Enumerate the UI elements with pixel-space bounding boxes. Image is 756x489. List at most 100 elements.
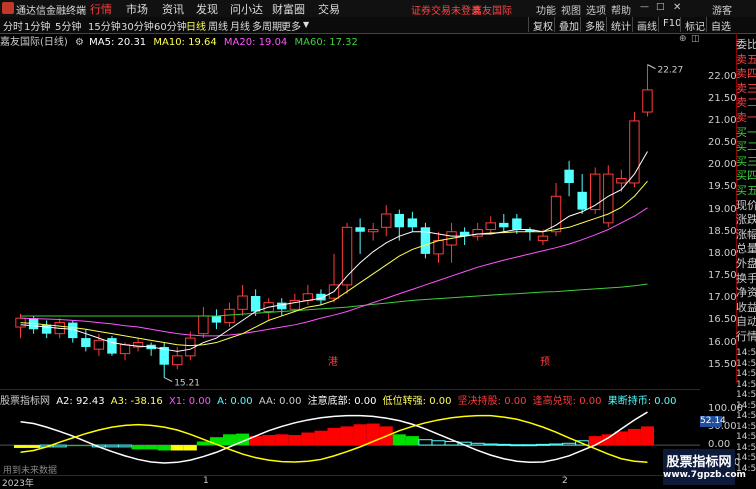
candle-body [394, 214, 405, 228]
period-multi[interactable]: 多周期 [252, 18, 282, 33]
btn-mark[interactable]: 标记 [680, 17, 709, 33]
site-watermark: 股票指标网 www.7gpzb.com [663, 449, 746, 485]
btn-draw[interactable]: 画线 [632, 17, 661, 33]
x1-value: X1: 0.00 [168, 396, 211, 407]
indicator-bar [496, 443, 511, 446]
app-logo-icon [2, 2, 14, 14]
menu-help[interactable]: 帮助 [611, 2, 631, 17]
tick-time: 14:5 [736, 358, 756, 369]
minimize-icon[interactable]: — [640, 2, 649, 12]
tick-time: 14:5 [736, 442, 756, 453]
price-axis: 22.00 21.50 21.00 20.50 20.00 19.50 19.00 18.50… [706, 46, 737, 386]
period-daily[interactable]: 日线 [186, 18, 206, 33]
indicator-current-value: 52.14 [700, 416, 726, 427]
a2-value: A2: 92.43 [56, 396, 105, 407]
candle-body [93, 339, 105, 350]
price-tick-label: 19.00 [708, 203, 737, 215]
period-30min[interactable]: 30分钟 [121, 18, 154, 33]
menu-trade[interactable]: 交易 [318, 1, 340, 17]
menu-quotes[interactable]: 行情 [90, 1, 112, 17]
indicator-bar [144, 445, 158, 450]
indicator-bar [588, 436, 602, 446]
watermark-url: www.7gpzb.com [663, 470, 746, 480]
menu-function[interactable]: 功能 [536, 2, 556, 17]
candle-body [119, 344, 131, 355]
period-1min[interactable]: 1分钟 [24, 18, 50, 33]
close-icon[interactable]: ✕ [673, 2, 681, 13]
candle-body [485, 222, 496, 231]
btn-adjust[interactable]: 复权 [528, 17, 557, 33]
quote-label: 行情 [736, 330, 756, 343]
a-value: A: 0.00 [217, 396, 253, 407]
period-60min[interactable]: 60分钟 [154, 18, 187, 33]
low-pointer [163, 377, 173, 383]
candle-body [512, 218, 522, 230]
indicator-bar [104, 444, 119, 448]
indicator-bar [314, 430, 328, 446]
candle-body [590, 173, 601, 211]
period-weekly[interactable]: 周线 [208, 18, 228, 33]
tick-time: 14:5 [736, 421, 756, 432]
menu-view[interactable]: 视图 [561, 2, 581, 17]
candle-body [577, 191, 587, 210]
ma5-line [20, 151, 648, 352]
indicator-bar [117, 444, 133, 448]
indicator-bar [627, 428, 641, 446]
indicator-bar [431, 440, 446, 446]
quote-label: 买五 [736, 184, 756, 197]
quote-label: 自动 [736, 315, 756, 329]
aa-value: AA: 0.00 [258, 396, 302, 407]
broker-name[interactable]: 嘉友国际 [472, 2, 512, 17]
ma-info-line: 嘉友国际(日线) ⚙ MA5: 20.31 MA10: 19.64 MA20: … [0, 33, 700, 48]
period-monthly[interactable]: 月线 [230, 18, 250, 33]
btn-watchlist[interactable]: 自选 [706, 17, 735, 33]
month-tick-2: 2 [562, 476, 568, 486]
candle-body [472, 229, 483, 237]
kline-chart[interactable]: 22.27 15.21 港 预 [0, 46, 736, 476]
btn-overlay[interactable]: 叠加 [554, 17, 583, 33]
btn-multi-stock[interactable]: 多股 [580, 17, 609, 33]
quote-label: 涨跌 [736, 213, 756, 227]
month-tick-1: 1 [203, 476, 209, 486]
chart-expand-icon[interactable]: ◫ [691, 34, 700, 44]
indicator-bar [27, 445, 41, 448]
candle-body [355, 227, 365, 232]
price-tick-label: 15.50 [708, 358, 737, 370]
indicator-bar [196, 441, 210, 446]
indicator-bar [301, 432, 315, 446]
quote-label: 外盘 [736, 257, 756, 270]
menu-news[interactable]: 资讯 [162, 1, 184, 17]
chart-options-icon[interactable]: ⊕ [679, 34, 687, 44]
btn-statistics[interactable]: 统计 [606, 17, 635, 33]
period-more[interactable]: 更多 [281, 18, 301, 33]
candle-body [381, 213, 392, 228]
quote-label: 买二 [736, 140, 756, 154]
decisive-value: 果断持币: 0.00 [607, 396, 677, 407]
period-15min[interactable]: 15分钟 [88, 18, 121, 33]
candle-body [211, 315, 222, 323]
indicator-bar [275, 434, 289, 446]
guest-label[interactable]: 游客 [712, 2, 732, 17]
price-tick-label: 19.50 [708, 181, 737, 193]
maximize-icon[interactable]: □ [656, 2, 665, 12]
menu-ask-xiaoda[interactable]: 问小达 [230, 1, 263, 17]
candle-body [433, 240, 444, 255]
indicator-bar [614, 431, 628, 446]
menu-wealth-circle[interactable]: 财富圈 [272, 1, 305, 17]
price-tick-label: 21.00 [708, 114, 737, 126]
menu-market[interactable]: 市场 [126, 1, 148, 17]
menu-options[interactable]: 选项 [586, 2, 606, 17]
menu-discover[interactable]: 发现 [196, 1, 218, 17]
login-notice[interactable]: 证券交易未登录 [411, 2, 481, 17]
candle-body [537, 235, 549, 242]
quote-label: 卖三 [736, 81, 756, 95]
more-chevron-icon[interactable]: ▼ [303, 20, 309, 29]
period-5min[interactable]: 5分钟 [55, 18, 81, 33]
candle-body [316, 293, 326, 301]
period-timeshare[interactable]: 分时 [3, 18, 23, 33]
indicator-info-line: 股票指标网 A2: 92.43 A3: -38.16 X1: 0.00 A: 0… [0, 392, 677, 407]
candle-body [642, 89, 653, 113]
indicator-bar [79, 445, 93, 447]
quote-label: 现价 [736, 198, 756, 212]
indicator-bar [288, 435, 302, 446]
